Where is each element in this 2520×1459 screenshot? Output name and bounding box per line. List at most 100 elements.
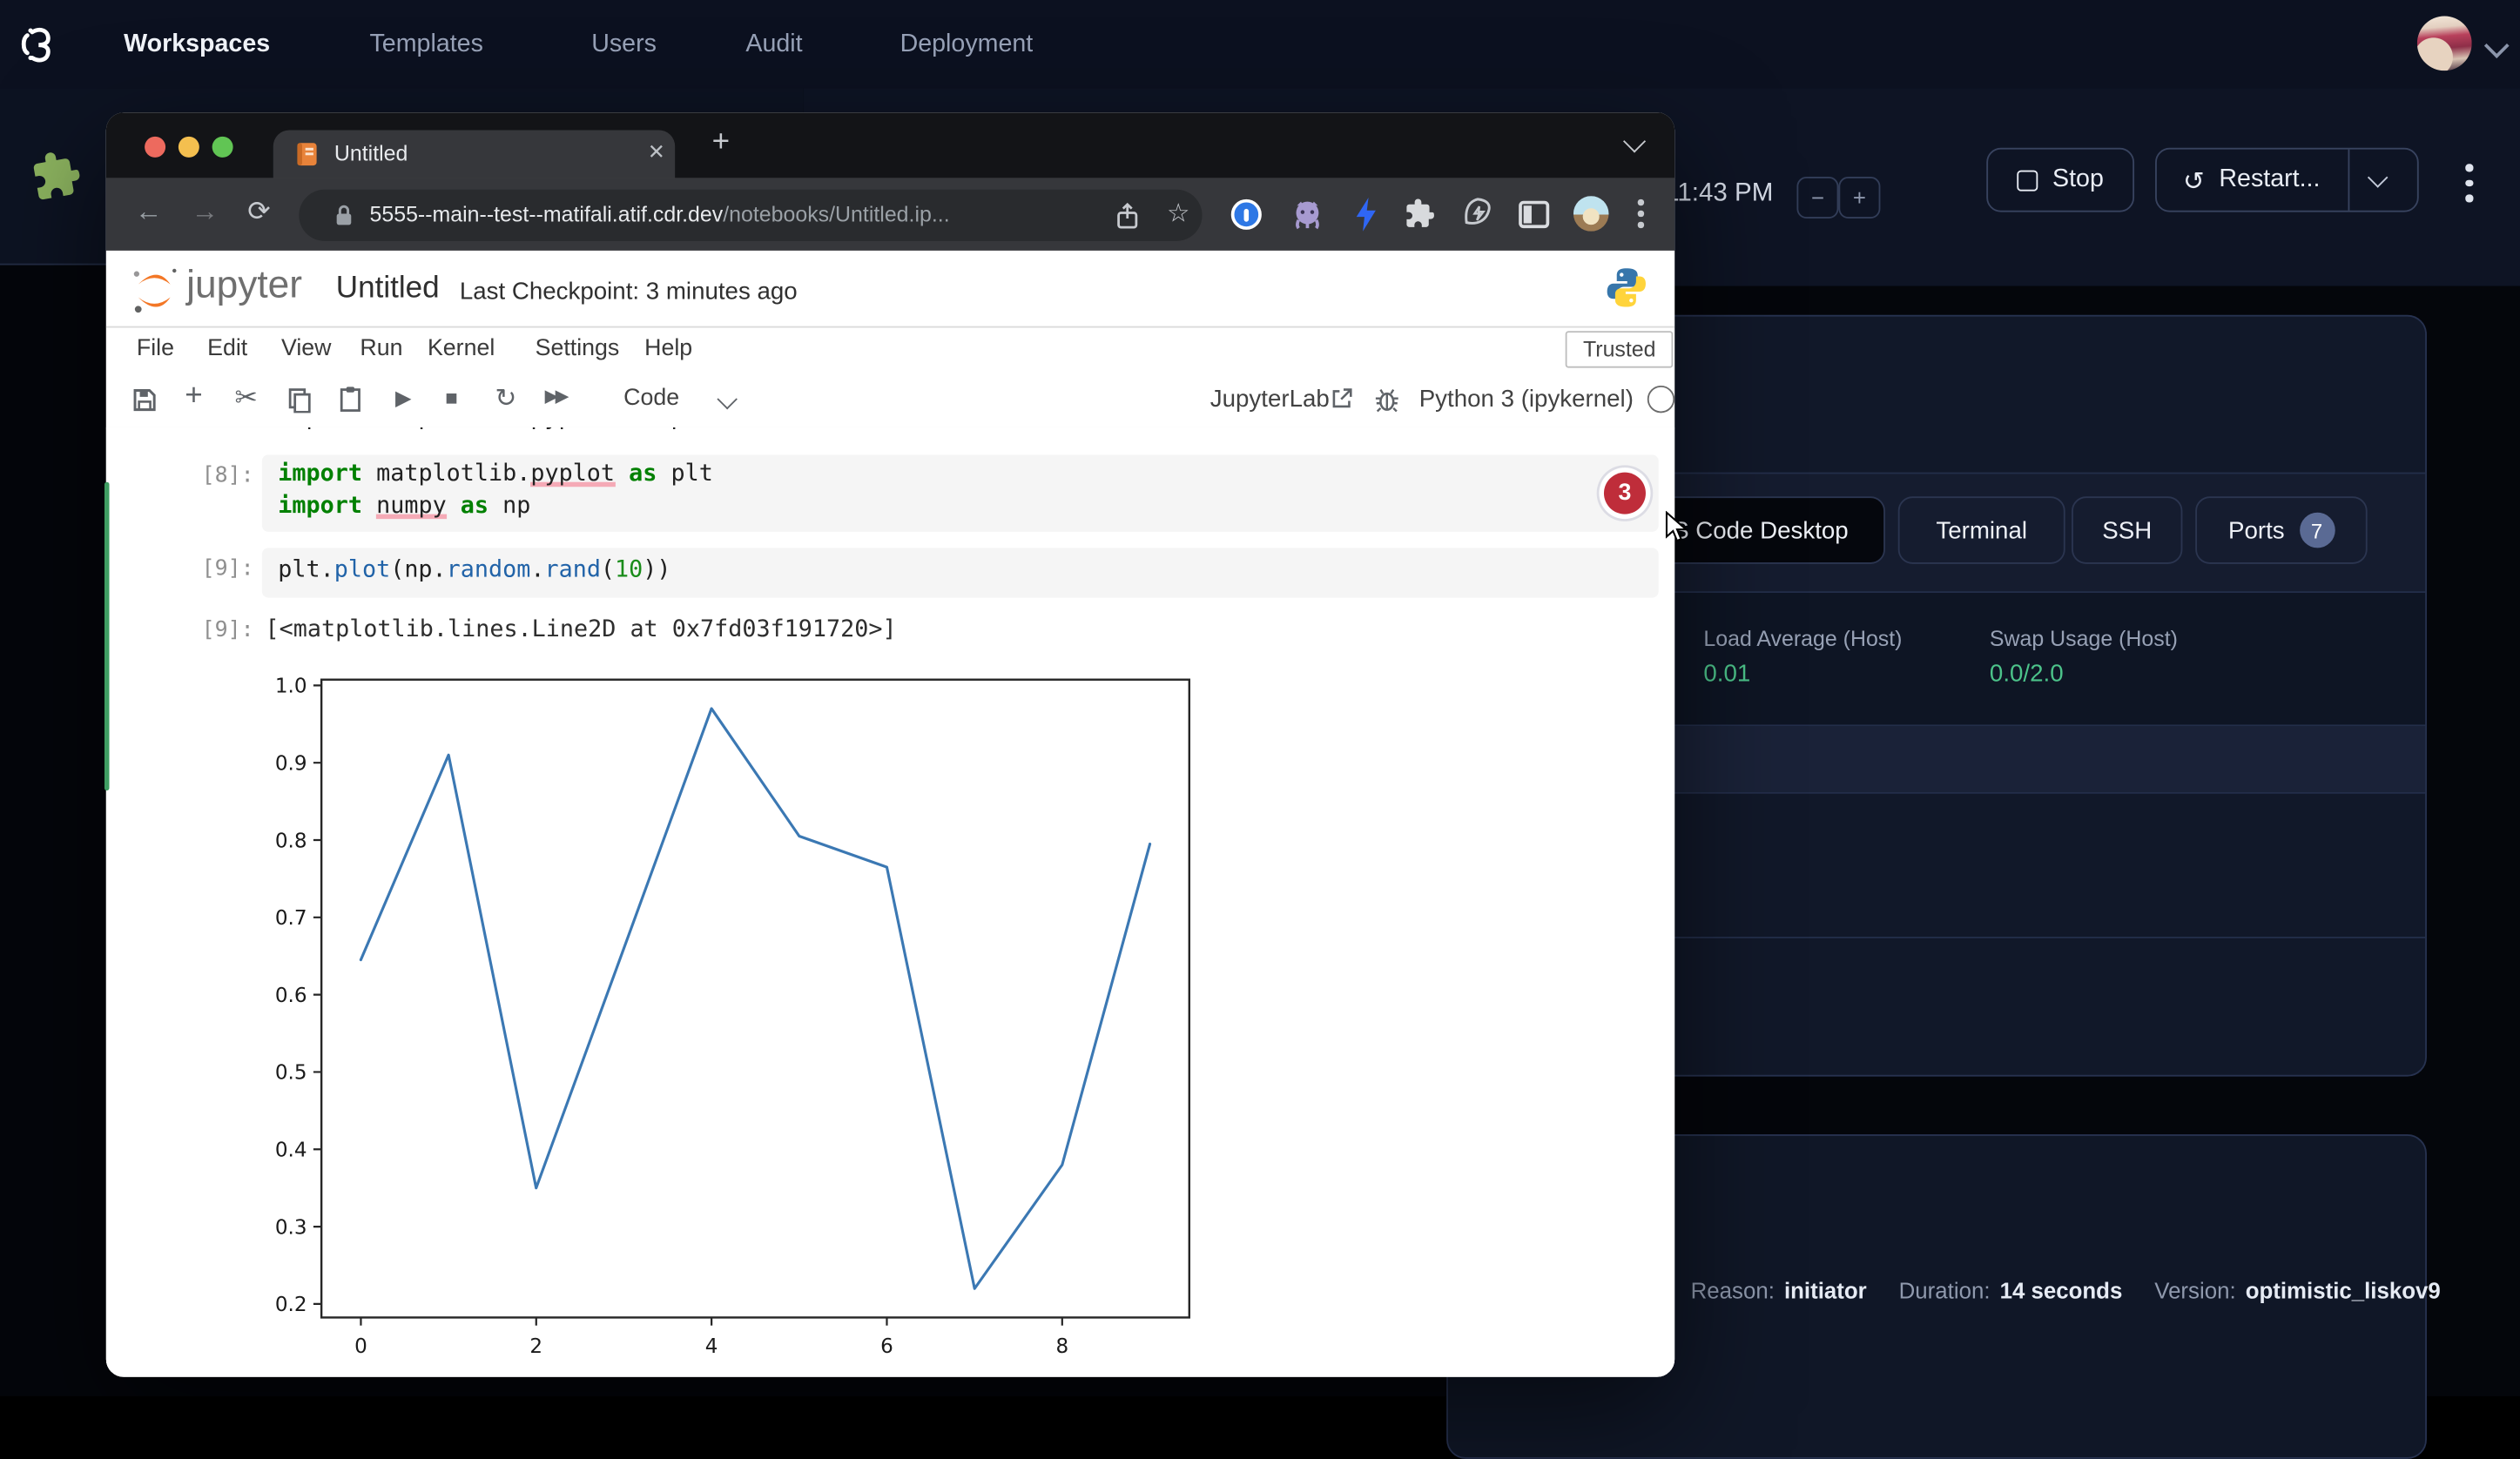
new-tab-button[interactable]: + — [712, 125, 731, 161]
side-panel-icon[interactable] — [1519, 201, 1549, 228]
cell8-code-line2: import numpy as np — [278, 494, 530, 520]
restart-chevron-down-icon[interactable] — [2367, 166, 2387, 186]
split-divider — [2348, 150, 2349, 211]
url-host: 5555--main--test--matifali.atif.cdr.dev — [370, 203, 724, 227]
cell9-code-line: plt.plot(np.random.rand(10)) — [278, 557, 670, 583]
user-avatar[interactable] — [2417, 16, 2472, 71]
restart-split-button[interactable]: ↺ Restart... — [2155, 148, 2419, 212]
back-icon[interactable]: ← — [135, 196, 162, 228]
browser-profile-avatar[interactable] — [1573, 196, 1609, 232]
cell-type-chevron-icon[interactable] — [717, 389, 737, 409]
output9-text: [<matplotlib.lines.Line2D at 0x7fd03f191… — [266, 617, 897, 643]
cell9-input[interactable]: plt.plot(np.random.rand(10)) — [262, 548, 1659, 597]
tab-title: Untitled — [334, 141, 408, 165]
menu-run[interactable]: Run — [360, 336, 402, 362]
address-bar[interactable]: 5555--main--test--matifali.atif.cdr.dev/… — [299, 190, 1202, 241]
cut-cell-icon[interactable]: ✂ — [234, 382, 257, 414]
restart-icon: ↺ — [2183, 165, 2205, 195]
restart-run-all-icon[interactable]: ▶▶ — [545, 386, 566, 407]
share-icon[interactable] — [1115, 203, 1140, 230]
tab-close-icon[interactable]: ✕ — [648, 140, 665, 166]
menu-file[interactable]: File — [137, 336, 174, 362]
cell-type-select[interactable]: Code — [623, 386, 679, 412]
app-top-nav: Workspaces Templates Users Audit Deploym… — [0, 0, 2520, 89]
svg-text:4: 4 — [705, 1335, 718, 1358]
green-accent-bar — [104, 482, 110, 790]
restart-label: Restart... — [2219, 165, 2320, 194]
trusted-button[interactable]: Trusted — [1566, 331, 1674, 367]
cell8-prompt: [8]: — [129, 463, 254, 489]
svg-text:6: 6 — [880, 1335, 893, 1358]
reason-value: initiator — [1784, 1277, 1867, 1303]
bookmark-star-icon[interactable]: ☆ — [1167, 198, 1189, 230]
coder-logo-icon — [17, 23, 61, 66]
kernel-name[interactable]: Python 3 (ipykernel) — [1419, 386, 1634, 413]
svg-text:2: 2 — [529, 1335, 542, 1358]
menu-view[interactable]: View — [281, 336, 332, 362]
lock-icon — [334, 204, 354, 226]
cell8-input[interactable]: import matplotlib.pyplot as plt import n… — [262, 454, 1659, 532]
stop-button[interactable]: Stop — [1986, 148, 2134, 212]
paste-cell-icon[interactable] — [339, 386, 361, 413]
tab-terminal[interactable]: Terminal — [1898, 496, 2065, 564]
lightning-bolt-extension-icon[interactable] — [1351, 196, 1380, 232]
extensions-puzzle-icon[interactable] — [1405, 198, 1437, 230]
energy-saver-leaf-icon[interactable] — [1461, 196, 1495, 232]
nav-item-templates[interactable]: Templates — [370, 30, 483, 59]
jupyter-logo-icon — [127, 264, 182, 319]
workspace-kebab-menu[interactable] — [2465, 164, 2472, 201]
save-icon[interactable] — [131, 387, 158, 413]
build-meta-row: Reason: initiator Duration: 14 seconds V… — [1691, 1277, 2441, 1303]
reason-label: Reason: — [1691, 1277, 1775, 1303]
ssh-label: SSH — [2102, 516, 2152, 543]
avatar-chevron-down-icon[interactable] — [2484, 33, 2510, 58]
swap-usage-value: 0.0/2.0 — [1990, 661, 2064, 688]
menu-kernel[interactable]: Kernel — [428, 336, 495, 362]
menu-edit[interactable]: Edit — [207, 336, 247, 362]
notebook-scroll-area[interactable]: import matplotlib.pyplot as plt [8]: imp… — [106, 427, 1674, 1377]
window-close-button[interactable] — [145, 137, 165, 158]
terminal-label: Terminal — [1936, 516, 2027, 543]
zoom-in-button[interactable]: + — [1838, 177, 1880, 219]
window-minimize-button[interactable] — [179, 137, 199, 158]
collaborator-count-badge[interactable]: 3 — [1604, 473, 1646, 514]
browser-kebab-menu-icon[interactable] — [1638, 199, 1644, 228]
debugger-bug-icon[interactable] — [1374, 386, 1400, 413]
duration-label: Duration: — [1899, 1277, 1991, 1303]
cell9-prompt: [9]: — [129, 556, 254, 582]
nav-item-workspaces[interactable]: Workspaces — [124, 30, 270, 59]
run-cell-icon[interactable]: ▶ — [395, 386, 411, 412]
clipped-code-line: import matplotlib.pyplot as plt — [278, 427, 1403, 435]
svg-text:1.0: 1.0 — [275, 676, 307, 698]
external-link-icon[interactable] — [1331, 387, 1353, 410]
zoom-out-button[interactable]: − — [1796, 177, 1838, 219]
reload-icon[interactable]: ⟳ — [247, 196, 270, 228]
matplotlib-line-chart: 0.20.30.40.50.60.70.80.91.002468 — [241, 667, 1222, 1377]
duration-value: 14 seconds — [2000, 1277, 2123, 1303]
nav-item-deployment[interactable]: Deployment — [900, 30, 1034, 59]
interrupt-kernel-icon[interactable]: ■ — [445, 386, 458, 410]
restart-kernel-icon[interactable]: ↻ — [495, 382, 516, 413]
nav-item-audit[interactable]: Audit — [745, 30, 802, 59]
browser-tab-untitled[interactable]: Untitled ✕ — [273, 130, 675, 178]
load-average-value: 0.01 — [1703, 661, 1750, 688]
puzzle-piece-icon — [28, 145, 87, 205]
tab-ssh[interactable]: SSH — [2072, 496, 2182, 564]
tab-search-chevron-icon[interactable] — [1623, 130, 1646, 152]
screen: Workspaces Templates Users Audit Deploym… — [0, 0, 2520, 1396]
nav-item-users[interactable]: Users — [591, 30, 657, 59]
onepassword-extension-icon[interactable] — [1231, 199, 1262, 230]
jupyterlab-link[interactable]: JupyterLab — [1210, 386, 1330, 413]
forward-icon[interactable]: → — [192, 196, 219, 228]
add-cell-icon[interactable]: + — [185, 380, 203, 415]
copy-cell-icon[interactable] — [287, 387, 312, 413]
tab-ports[interactable]: Ports 7 — [2195, 496, 2367, 564]
github-octocat-extension-icon[interactable] — [1290, 198, 1324, 232]
load-average-label: Load Average (Host) — [1703, 627, 1902, 651]
menu-help[interactable]: Help — [644, 336, 692, 362]
notebook-title[interactable]: Untitled — [336, 272, 440, 307]
browser-tab-strip: Untitled ✕ + — [106, 112, 1674, 178]
svg-text:0.4: 0.4 — [275, 1140, 307, 1162]
window-maximize-button[interactable] — [212, 137, 233, 158]
menu-settings[interactable]: Settings — [536, 336, 620, 362]
